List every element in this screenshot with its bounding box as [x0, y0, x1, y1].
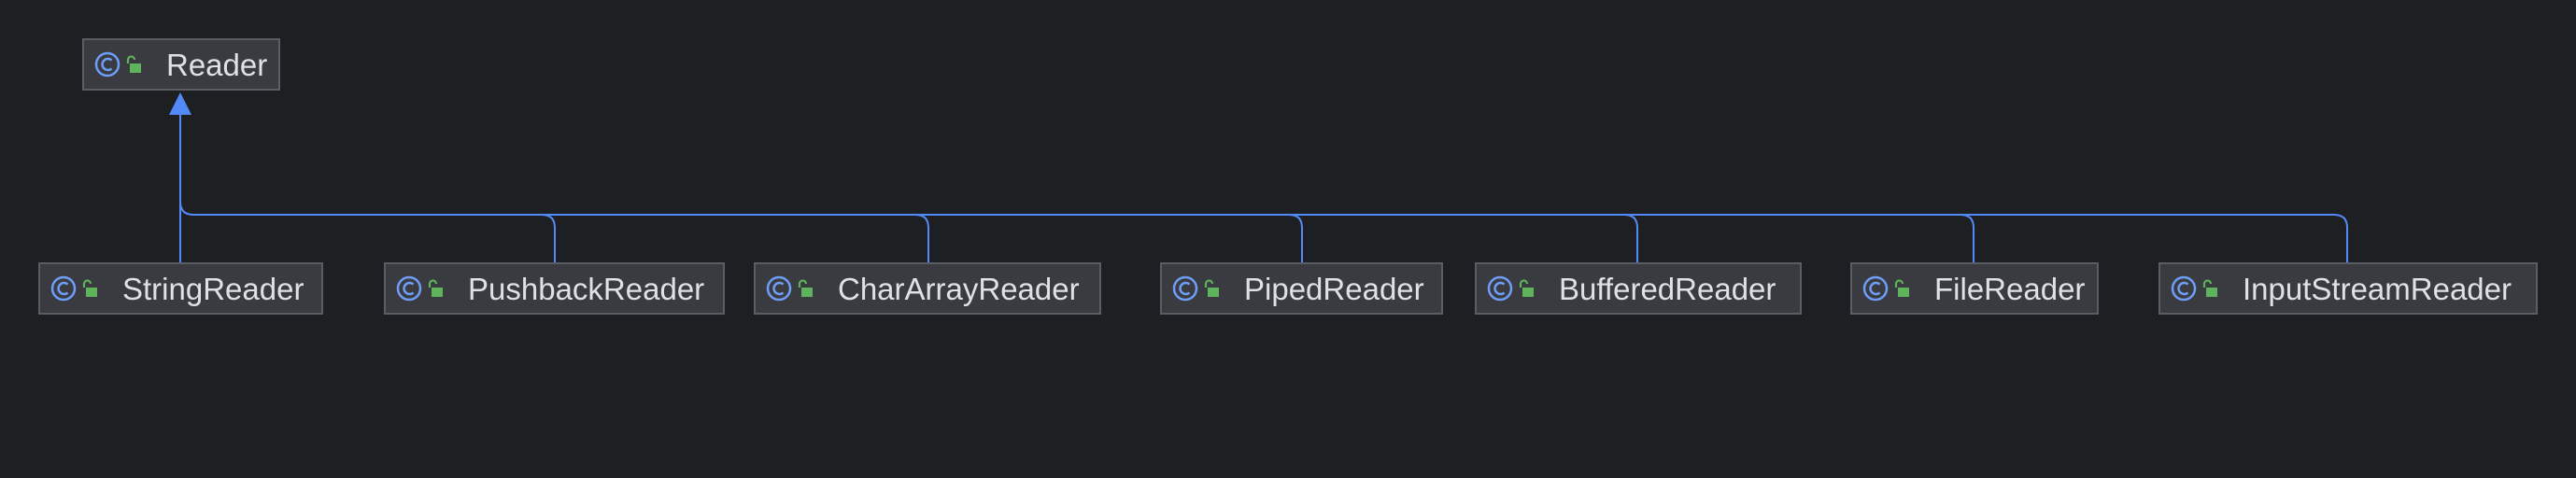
class-node-reader[interactable]: Reader	[82, 38, 280, 91]
class-node-bufferedreader[interactable]: BufferedReader	[1475, 262, 1802, 315]
class-node-pushbackreader[interactable]: PushbackReader	[384, 262, 725, 315]
public-lock-icon	[1204, 279, 1219, 297]
public-lock-icon	[1519, 279, 1534, 297]
class-icon	[396, 275, 422, 302]
class-label: Reader	[166, 47, 268, 82]
class-icon	[50, 275, 77, 302]
class-icon	[1862, 275, 1889, 302]
class-label: PushbackReader	[468, 271, 705, 306]
edge-pipedreader	[1288, 214, 1303, 262]
edge-chararrayreader	[914, 214, 929, 262]
class-node-pipedreader[interactable]: PipedReader	[1160, 262, 1443, 315]
public-lock-icon	[126, 55, 141, 73]
public-lock-icon	[1894, 279, 1909, 297]
inheritance-arrowhead	[169, 92, 191, 115]
class-node-filereader[interactable]: FileReader	[1850, 262, 2099, 315]
edge-bufferedreader	[1623, 214, 1638, 262]
edge-pushbackreader	[541, 214, 556, 262]
class-label: InputStreamReader	[2243, 271, 2512, 306]
class-icon	[94, 51, 120, 77]
class-node-stringreader[interactable]: StringReader	[38, 262, 323, 315]
class-node-inputstreamreader[interactable]: InputStreamReader	[2158, 262, 2538, 315]
public-lock-icon	[2202, 279, 2217, 297]
class-label: BufferedReader	[1559, 271, 1776, 306]
public-lock-icon	[798, 279, 813, 297]
public-lock-icon	[82, 279, 97, 297]
inheritance-edges	[169, 92, 2348, 262]
class-label: StringReader	[122, 271, 304, 306]
class-node-chararrayreader[interactable]: CharArrayReader	[754, 262, 1101, 315]
class-icon	[1487, 275, 1513, 302]
public-lock-icon	[428, 279, 443, 297]
class-label: CharArrayReader	[838, 271, 1080, 306]
class-hierarchy-diagram: Reader StringReader PushbackReader CharA…	[0, 0, 2576, 478]
class-label: PipedReader	[1244, 271, 1424, 306]
class-icon	[1172, 275, 1198, 302]
class-label: FileReader	[1934, 271, 2086, 306]
class-icon	[766, 275, 792, 302]
class-icon	[2171, 275, 2197, 302]
edge-inputstreamreader	[2333, 214, 2348, 262]
edge-bus	[179, 201, 2334, 216]
edge-filereader	[1960, 214, 1974, 262]
